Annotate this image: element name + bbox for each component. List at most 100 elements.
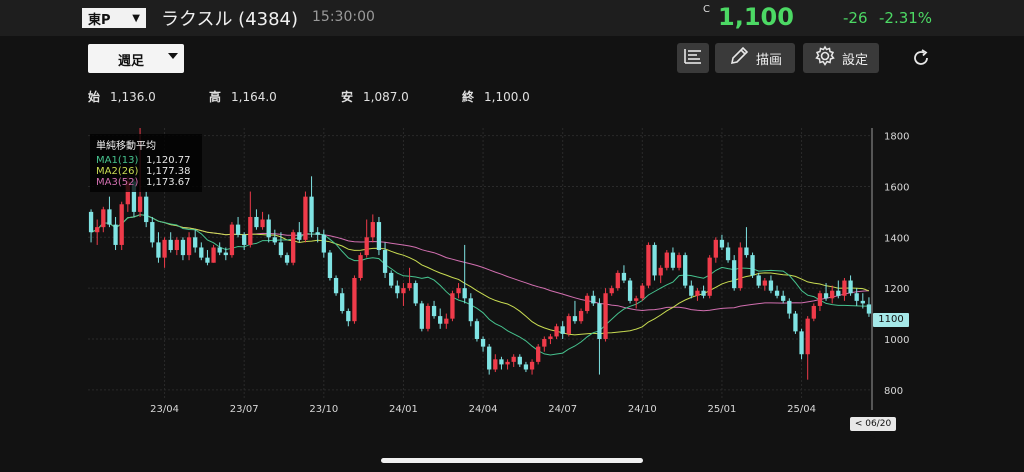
stock-name: ラクスル (4384): [161, 9, 299, 30]
candle-body: [291, 232, 296, 263]
candle-body: [511, 356, 516, 362]
candle-body: [689, 285, 694, 296]
candle-body: [560, 326, 565, 334]
settings-button[interactable]: 設定: [803, 43, 879, 73]
candle-body: [683, 255, 688, 286]
candle-body: [548, 336, 553, 339]
high-value: 高 1,164.0: [209, 90, 277, 104]
candle-body: [597, 303, 602, 339]
caret-down-icon: [168, 53, 178, 59]
candle-body: [591, 295, 596, 304]
candle-body: [848, 280, 853, 294]
candle-body: [676, 255, 682, 268]
candle-body: [223, 252, 228, 256]
candle-body: [370, 222, 375, 238]
x-tick-label: 24/04: [469, 404, 498, 415]
list-button[interactable]: [677, 43, 709, 73]
y-tick-label: 1000: [884, 335, 909, 346]
price-chart[interactable]: 800 1000 1200 1400 1600 1800 23/04 23/07 23/10 24…: [88, 128, 914, 418]
candle-body: [315, 232, 320, 235]
candle-body: [756, 275, 761, 286]
candle-body: [621, 272, 627, 281]
candle-body: [738, 247, 743, 289]
candle-body: [493, 359, 498, 370]
candle-body: [836, 290, 841, 296]
candle-body: [266, 219, 271, 238]
candle-body: [364, 237, 369, 256]
candle-body: [468, 298, 473, 322]
candle-body: [719, 239, 725, 248]
candle-body: [480, 338, 486, 347]
candle-body: [805, 318, 810, 355]
candle-body: [376, 222, 382, 251]
candle-body: [450, 293, 455, 319]
period-selector[interactable]: 週足: [88, 44, 184, 73]
candle-body: [137, 196, 143, 212]
candle-body: [860, 300, 865, 304]
home-indicator[interactable]: [381, 458, 643, 463]
caret-down-icon: ▼: [132, 12, 140, 24]
header-bar: 東P ▼ ラクスル (4384) 15:30:00 C 1,100 -26 -2…: [0, 0, 1024, 36]
price-change: -26: [843, 9, 868, 27]
candle-body: [438, 316, 443, 324]
candle-body: [272, 237, 277, 243]
candle-body: [193, 237, 198, 248]
candle-body: [615, 272, 620, 289]
period-label: 週足: [118, 54, 145, 69]
y-tick-label: 1600: [884, 182, 909, 193]
candle-body: [487, 346, 492, 370]
candle-body: [395, 285, 400, 294]
close-value: 終 1,100.0: [462, 90, 530, 104]
candle-body: [113, 224, 118, 245]
candle-body: [627, 280, 633, 301]
candle-body: [119, 204, 124, 245]
candle-body: [664, 252, 669, 268]
candle-body: [499, 359, 504, 365]
candle-body: [101, 209, 106, 228]
x-tick-label: 25/04: [787, 404, 816, 415]
quote-time: 15:30:00: [312, 9, 375, 25]
draw-label: 描画: [755, 52, 782, 68]
x-tick-label: 23/04: [150, 404, 179, 415]
candle-body: [174, 239, 179, 251]
candle-body: [646, 244, 651, 286]
candle-body: [401, 288, 406, 294]
draw-button[interactable]: 描画: [715, 43, 795, 73]
candle-body: [707, 257, 712, 296]
candle-body: [303, 196, 308, 240]
candle-body: [529, 361, 535, 370]
settings-label: 設定: [841, 52, 868, 68]
candle-body: [431, 305, 437, 317]
candle-body: [830, 290, 835, 299]
candle-body: [333, 277, 339, 294]
candle-body: [144, 196, 149, 223]
last-price-tag: 1100: [873, 313, 909, 327]
candle-body: [640, 285, 645, 299]
candle-body: [352, 277, 357, 322]
candle-body: [566, 316, 571, 334]
candle-body: [750, 255, 755, 276]
date-navigator[interactable]: < 06/20 >: [850, 417, 896, 443]
pencil-icon: [728, 45, 750, 71]
candle-body: [842, 280, 847, 296]
candle-body: [658, 267, 663, 276]
candle-body: [634, 298, 639, 301]
market-selector[interactable]: 東P ▼: [82, 8, 146, 28]
candle-body: [603, 293, 608, 339]
candle-body: [425, 305, 431, 329]
candle-body: [389, 272, 394, 286]
candle-body: [774, 290, 780, 296]
candle-body: [781, 295, 786, 301]
candle-body: [517, 356, 522, 365]
y-tick-label: 800: [884, 386, 903, 397]
candle-body: [242, 234, 247, 245]
candle-body: [585, 295, 590, 312]
refresh-button[interactable]: [908, 47, 934, 73]
candle-body: [572, 316, 578, 322]
candle-body: [670, 252, 676, 268]
candle-body: [866, 304, 872, 314]
candle-body: [235, 224, 241, 235]
x-tick-label: 23/07: [230, 404, 259, 415]
candle-body: [180, 239, 186, 256]
candle-body: [186, 237, 192, 256]
